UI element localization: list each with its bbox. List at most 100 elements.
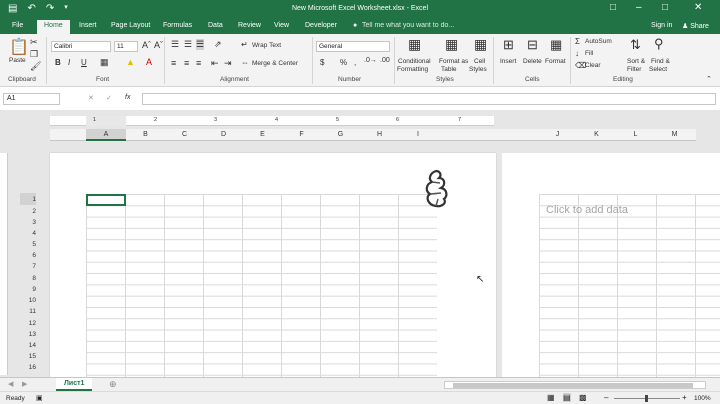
tab-home[interactable]: Home — [37, 20, 70, 34]
tab-developer[interactable]: Developer — [305, 22, 337, 29]
decrease-font-icon[interactable]: Aˇ — [154, 40, 163, 50]
clear-button[interactable]: Clear — [585, 62, 601, 69]
autosum-button[interactable]: AutoSum — [585, 38, 612, 45]
prev-sheet-icon[interactable]: ◀ — [8, 380, 13, 388]
column-header[interactable]: J — [538, 131, 577, 138]
row-header[interactable]: 7 — [20, 263, 36, 270]
tab-file[interactable]: File — [12, 22, 23, 29]
collapse-ribbon-icon[interactable]: ⌃ — [706, 75, 712, 83]
find-select-label-2[interactable]: Select — [649, 66, 667, 73]
orientation-icon[interactable]: ⇗ — [214, 39, 222, 50]
bold-button[interactable]: B — [55, 58, 61, 67]
column-header[interactable]: C — [165, 131, 204, 138]
cell-styles-icon[interactable]: ▦ — [474, 36, 487, 53]
wrap-text-button[interactable]: Wrap Text — [252, 42, 281, 49]
tab-formulas[interactable]: Formulas — [163, 22, 192, 29]
cut-icon[interactable]: ✂ — [30, 37, 38, 48]
insert-function-icon[interactable]: fx — [125, 94, 130, 101]
underline-button[interactable]: U — [81, 58, 87, 67]
paste-label[interactable]: Paste — [9, 57, 26, 64]
column-header[interactable]: A — [86, 131, 126, 138]
insert-cells-button[interactable]: Insert — [500, 58, 516, 65]
row-header[interactable]: 12 — [20, 320, 36, 327]
row-header[interactable]: 4 — [20, 230, 36, 237]
sort-filter-icon[interactable]: ⇅ — [630, 37, 641, 53]
minimize-icon[interactable]: – — [636, 2, 642, 13]
row-header[interactable]: 6 — [20, 252, 36, 259]
font-color-icon[interactable]: A — [146, 57, 152, 67]
column-header[interactable]: B — [126, 131, 165, 138]
zoom-slider[interactable] — [614, 395, 680, 402]
tab-page-layout[interactable]: Page Layout — [111, 22, 150, 29]
format-as-table-icon[interactable]: ▦ — [445, 36, 458, 53]
format-as-table-label-1[interactable]: Format as — [439, 58, 468, 65]
column-header[interactable]: E — [243, 131, 282, 138]
enter-icon[interactable]: ✓ — [106, 94, 112, 102]
active-cell-a1[interactable] — [86, 194, 126, 206]
column-header[interactable]: F — [282, 131, 321, 138]
row-header[interactable]: 9 — [20, 286, 36, 293]
cell-grid-page-2[interactable] — [539, 194, 720, 377]
format-as-table-label-2[interactable]: Table — [441, 66, 457, 73]
align-bottom-icon[interactable]: ☰ — [196, 39, 205, 50]
row-header[interactable]: 3 — [20, 219, 36, 226]
sort-filter-label-1[interactable]: Sort & — [627, 58, 645, 65]
align-center-icon[interactable]: ≡ — [184, 58, 189, 68]
borders-icon[interactable]: ▦ — [100, 57, 109, 68]
conditional-formatting-icon[interactable]: ▦ — [408, 36, 421, 53]
format-cells-icon[interactable]: ▦ — [550, 37, 562, 53]
number-format-select[interactable]: General — [316, 41, 390, 52]
sheet-tab-1[interactable]: Лист1 — [56, 378, 93, 391]
column-header[interactable]: G — [321, 131, 360, 138]
conditional-formatting-label-2[interactable]: Formatting — [397, 66, 428, 73]
percent-button[interactable]: % — [340, 58, 347, 67]
cell-styles-label-1[interactable]: Cell — [474, 58, 485, 65]
row-header[interactable]: 5 — [20, 241, 36, 248]
row-header[interactable]: 2 — [20, 208, 36, 215]
horizontal-scrollbar[interactable] — [444, 381, 706, 389]
copy-icon[interactable]: ❐ — [30, 49, 38, 60]
row-header[interactable]: 15 — [20, 353, 36, 360]
zoom-level[interactable]: 100% — [694, 395, 711, 402]
insert-cells-icon[interactable]: ⊞ — [503, 37, 514, 53]
merge-center-button[interactable]: Merge & Center — [252, 60, 298, 67]
row-header[interactable]: 8 — [20, 275, 36, 282]
row-header[interactable]: 11 — [20, 308, 36, 315]
tab-data[interactable]: Data — [208, 22, 223, 29]
cancel-icon[interactable]: ✕ — [88, 94, 94, 102]
decrease-indent-icon[interactable]: ⇤ — [211, 58, 219, 69]
font-size-select[interactable]: 11 — [114, 41, 138, 52]
cell-grid[interactable] — [86, 194, 437, 377]
fill-button[interactable]: Fill — [585, 50, 593, 57]
zoom-in-icon[interactable]: + — [682, 393, 687, 402]
macro-record-icon[interactable]: ▣ — [36, 394, 43, 402]
find-select-icon[interactable]: ⚲ — [654, 36, 664, 52]
autosum-icon[interactable]: Σ — [575, 37, 580, 46]
sort-filter-label-2[interactable]: Filter — [627, 66, 641, 73]
column-header[interactable]: I — [399, 131, 437, 138]
cell-styles-label-2[interactable]: Styles — [469, 66, 487, 73]
fill-icon[interactable]: ↓ — [575, 49, 579, 58]
find-select-label-1[interactable]: Find & — [651, 58, 670, 65]
conditional-formatting-label-1[interactable]: Conditional — [398, 58, 431, 65]
dragon-image[interactable] — [422, 169, 452, 209]
increase-font-icon[interactable]: Aˆ — [142, 40, 151, 50]
column-header[interactable]: H — [360, 131, 399, 138]
decrease-decimal-icon[interactable]: .00 — [380, 57, 390, 64]
tab-review[interactable]: Review — [238, 22, 261, 29]
wrap-text-icon[interactable]: ↵ — [241, 40, 248, 49]
close-icon[interactable]: ✕ — [694, 2, 702, 13]
merge-center-icon[interactable]: ⇔ — [241, 58, 249, 67]
increase-indent-icon[interactable]: ⇥ — [224, 58, 232, 69]
column-header[interactable]: K — [577, 131, 616, 138]
tab-insert[interactable]: Insert — [79, 22, 97, 29]
align-right-icon[interactable]: ≡ — [196, 58, 201, 68]
row-header[interactable]: 16 — [20, 364, 36, 371]
zoom-out-icon[interactable]: – — [604, 393, 608, 402]
formula-input[interactable] — [142, 93, 716, 105]
maximize-icon[interactable]: □ — [662, 2, 668, 13]
column-header[interactable]: L — [616, 131, 655, 138]
sign-in-link[interactable]: Sign in — [651, 22, 672, 29]
fill-color-icon[interactable]: ▲ — [126, 57, 135, 67]
font-name-select[interactable]: Calibri — [51, 41, 111, 52]
